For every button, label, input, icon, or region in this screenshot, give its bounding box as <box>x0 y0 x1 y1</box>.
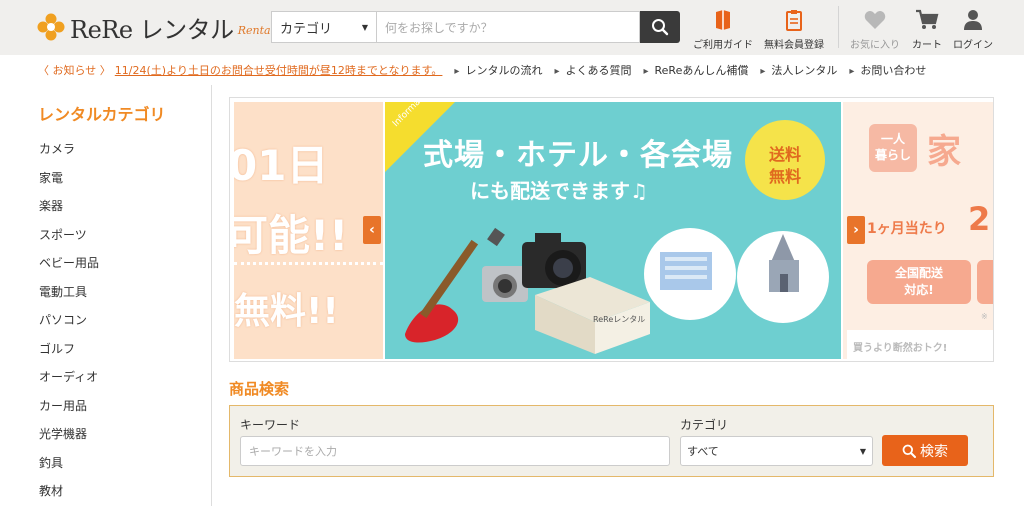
sidebar-item-appliances[interactable]: 家電 <box>39 169 99 198</box>
cart-link[interactable]: カート <box>912 8 942 51</box>
brand-logo[interactable]: ReRe レンタル Rental <box>36 10 274 44</box>
product-search-title: 商品検索 <box>229 380 290 398</box>
nav-link-flow[interactable]: レンタルの流れ <box>454 62 542 78</box>
slide-prev-line2: 可能!! <box>234 211 349 260</box>
sidebar-item-instruments[interactable]: 楽器 <box>39 197 99 226</box>
login-label: ログイン <box>953 40 993 51</box>
user-icon <box>963 8 983 32</box>
product-category-value: すべて <box>687 445 719 458</box>
sidebar-item-pc[interactable]: パソコン <box>39 311 99 340</box>
register-link[interactable]: 無料会員登録 <box>764 8 824 51</box>
slide-next-tag-line1: 一人 <box>880 132 905 146</box>
free-shipping-line1: 送料 <box>768 145 801 164</box>
logo-mark-icon <box>36 12 66 42</box>
heart-icon <box>864 8 886 32</box>
chevron-down-icon: ▼ <box>859 446 866 456</box>
nav-link-faq[interactable]: よくある質問 <box>554 62 631 78</box>
slide-subline: にも配送できます♫ <box>470 179 648 203</box>
sidebar-item-sports[interactable]: スポーツ <box>39 226 99 255</box>
login-link[interactable]: ログイン <box>953 8 993 51</box>
product-search-panel: キーワード カテゴリ キーワードを入力 すべて ▼ 検索 <box>229 405 994 477</box>
header-search: カテゴリ ▼ 何をお探しですか？ <box>271 11 680 43</box>
sidebar-item-camera[interactable]: カメラ <box>39 140 99 169</box>
register-label: 無料会員登録 <box>764 40 824 51</box>
free-shipping-badge: 送料 無料 <box>767 144 803 188</box>
notice-bar: 〈 お知らせ 〉 11/24(土)より土日のお問合せ受付時間が昼12時までとなり… <box>0 55 1024 85</box>
slide-next-shipping-line1: 全国配送 <box>894 266 943 280</box>
header-divider <box>838 6 839 48</box>
category-list: カメラ 家電 楽器 スポーツ ベビー用品 電動工具 パソコン ゴルフ オーディオ… <box>39 140 99 511</box>
cart-label: カート <box>912 40 942 51</box>
search-input[interactable]: 何をお探しですか？ <box>376 11 640 43</box>
slide-next-footer: 買うより断然おトク! <box>847 330 993 359</box>
keyword-input[interactable]: キーワードを入力 <box>240 436 670 466</box>
search-icon <box>902 444 916 458</box>
brand-sub: Rental <box>237 23 275 37</box>
chevron-left-icon: ‹ <box>369 222 375 238</box>
notice-prefix: 〈 お知らせ 〉 <box>38 64 111 77</box>
cart-icon <box>915 8 939 32</box>
hotel-label: HOTEL <box>674 248 691 254</box>
slide-next-tag-line2: 暮らし <box>874 148 911 162</box>
carousel-prev-button[interactable]: ‹ <box>363 216 381 244</box>
guide-link[interactable]: ご利用ガイド <box>693 8 753 51</box>
sidebar-item-power-tools[interactable]: 電動工具 <box>39 283 99 312</box>
sidebar: レンタルカテゴリ カメラ 家電 楽器 スポーツ ベビー用品 電動工具 パソコン … <box>0 85 212 506</box>
slide-prev[interactable]: 01日 可能!! 無料!! <box>234 102 383 359</box>
product-category-select[interactable]: すべて ▼ <box>680 436 873 466</box>
slide-prev-divider <box>234 262 383 265</box>
sidebar-item-baby[interactable]: ベビー用品 <box>39 254 99 283</box>
sidebar-item-fishing[interactable]: 釣具 <box>39 454 99 483</box>
chevron-right-icon: › <box>853 222 859 238</box>
favorites-link[interactable]: お気に入り <box>850 8 900 51</box>
header: ReRe レンタル Rental カテゴリ ▼ 何をお探しですか？ ご利用ガイド… <box>0 0 1024 55</box>
slide-prev-line3: 無料!! <box>234 291 339 332</box>
banner-carousel: 01日 可能!! 無料!! 式場・ホテル・各会場 にも配送できます♫ 送料 無料… <box>229 97 994 362</box>
sidebar-item-car[interactable]: カー用品 <box>39 397 99 426</box>
sidebar-item-audio[interactable]: オーディオ <box>39 368 99 397</box>
slide-headline: 式場・ホテル・各会場 <box>423 138 733 173</box>
category-select-value: カテゴリ <box>280 21 333 37</box>
brand-name: ReRe レンタル <box>70 15 234 44</box>
slide-next[interactable]: 一人 暮らし 家 1ヶ月当たり 2 全国配送 対応! ※ 買うより断然おトク! <box>843 102 993 359</box>
slide-next-price-value: 2 <box>968 200 991 238</box>
keyword-label: キーワード <box>240 418 301 432</box>
sidebar-item-education[interactable]: 教材 <box>39 482 99 511</box>
sidebar-item-optics[interactable]: 光学機器 <box>39 425 99 454</box>
slide-next-tag: 一人 暮らし <box>869 124 917 172</box>
product-search-button-label: 検索 <box>920 443 948 460</box>
slide-current[interactable]: Information 式場・ホテル・各会場 にも配送できます♫ 送料 無料 R… <box>385 102 841 359</box>
nav-link-insurance[interactable]: ReReあんしん補償 <box>643 62 749 78</box>
category-select[interactable]: カテゴリ ▼ <box>271 11 376 43</box>
nav-link-contact[interactable]: お問い合わせ <box>849 62 926 78</box>
slide-prev-line1: 01日 <box>234 141 329 190</box>
sidebar-title: レンタルカテゴリ <box>38 105 166 124</box>
sidebar-item-golf[interactable]: ゴルフ <box>39 340 99 369</box>
slide-next-shipping: 全国配送 対応! <box>867 260 971 304</box>
category-label: カテゴリ <box>680 418 729 432</box>
box-label: ReReレンタル <box>593 315 646 324</box>
slide-next-box <box>977 260 993 304</box>
search-button[interactable] <box>640 11 680 43</box>
slide-next-shipping-line2: 対応! <box>904 283 934 297</box>
slide-next-note: ※ <box>981 312 988 321</box>
guide-label: ご利用ガイド <box>693 40 753 51</box>
book-icon <box>714 8 732 32</box>
slide-next-price-label: 1ヶ月当たり <box>867 221 947 237</box>
search-icon <box>652 19 669 36</box>
free-shipping-line2: 無料 <box>768 167 801 186</box>
notice-link[interactable]: 11/24(土)より土日のお問合せ受付時間が昼12時までとなります。 <box>115 64 443 77</box>
nav-link-corporate[interactable]: 法人レンタル <box>760 62 837 78</box>
clipboard-icon <box>785 8 803 32</box>
slide-next-word: 家 <box>927 132 961 172</box>
carousel-next-button[interactable]: › <box>847 216 865 244</box>
product-search-button[interactable]: 検索 <box>882 435 968 466</box>
favorites-label: お気に入り <box>850 40 900 51</box>
chevron-down-icon: ▼ <box>361 22 368 32</box>
